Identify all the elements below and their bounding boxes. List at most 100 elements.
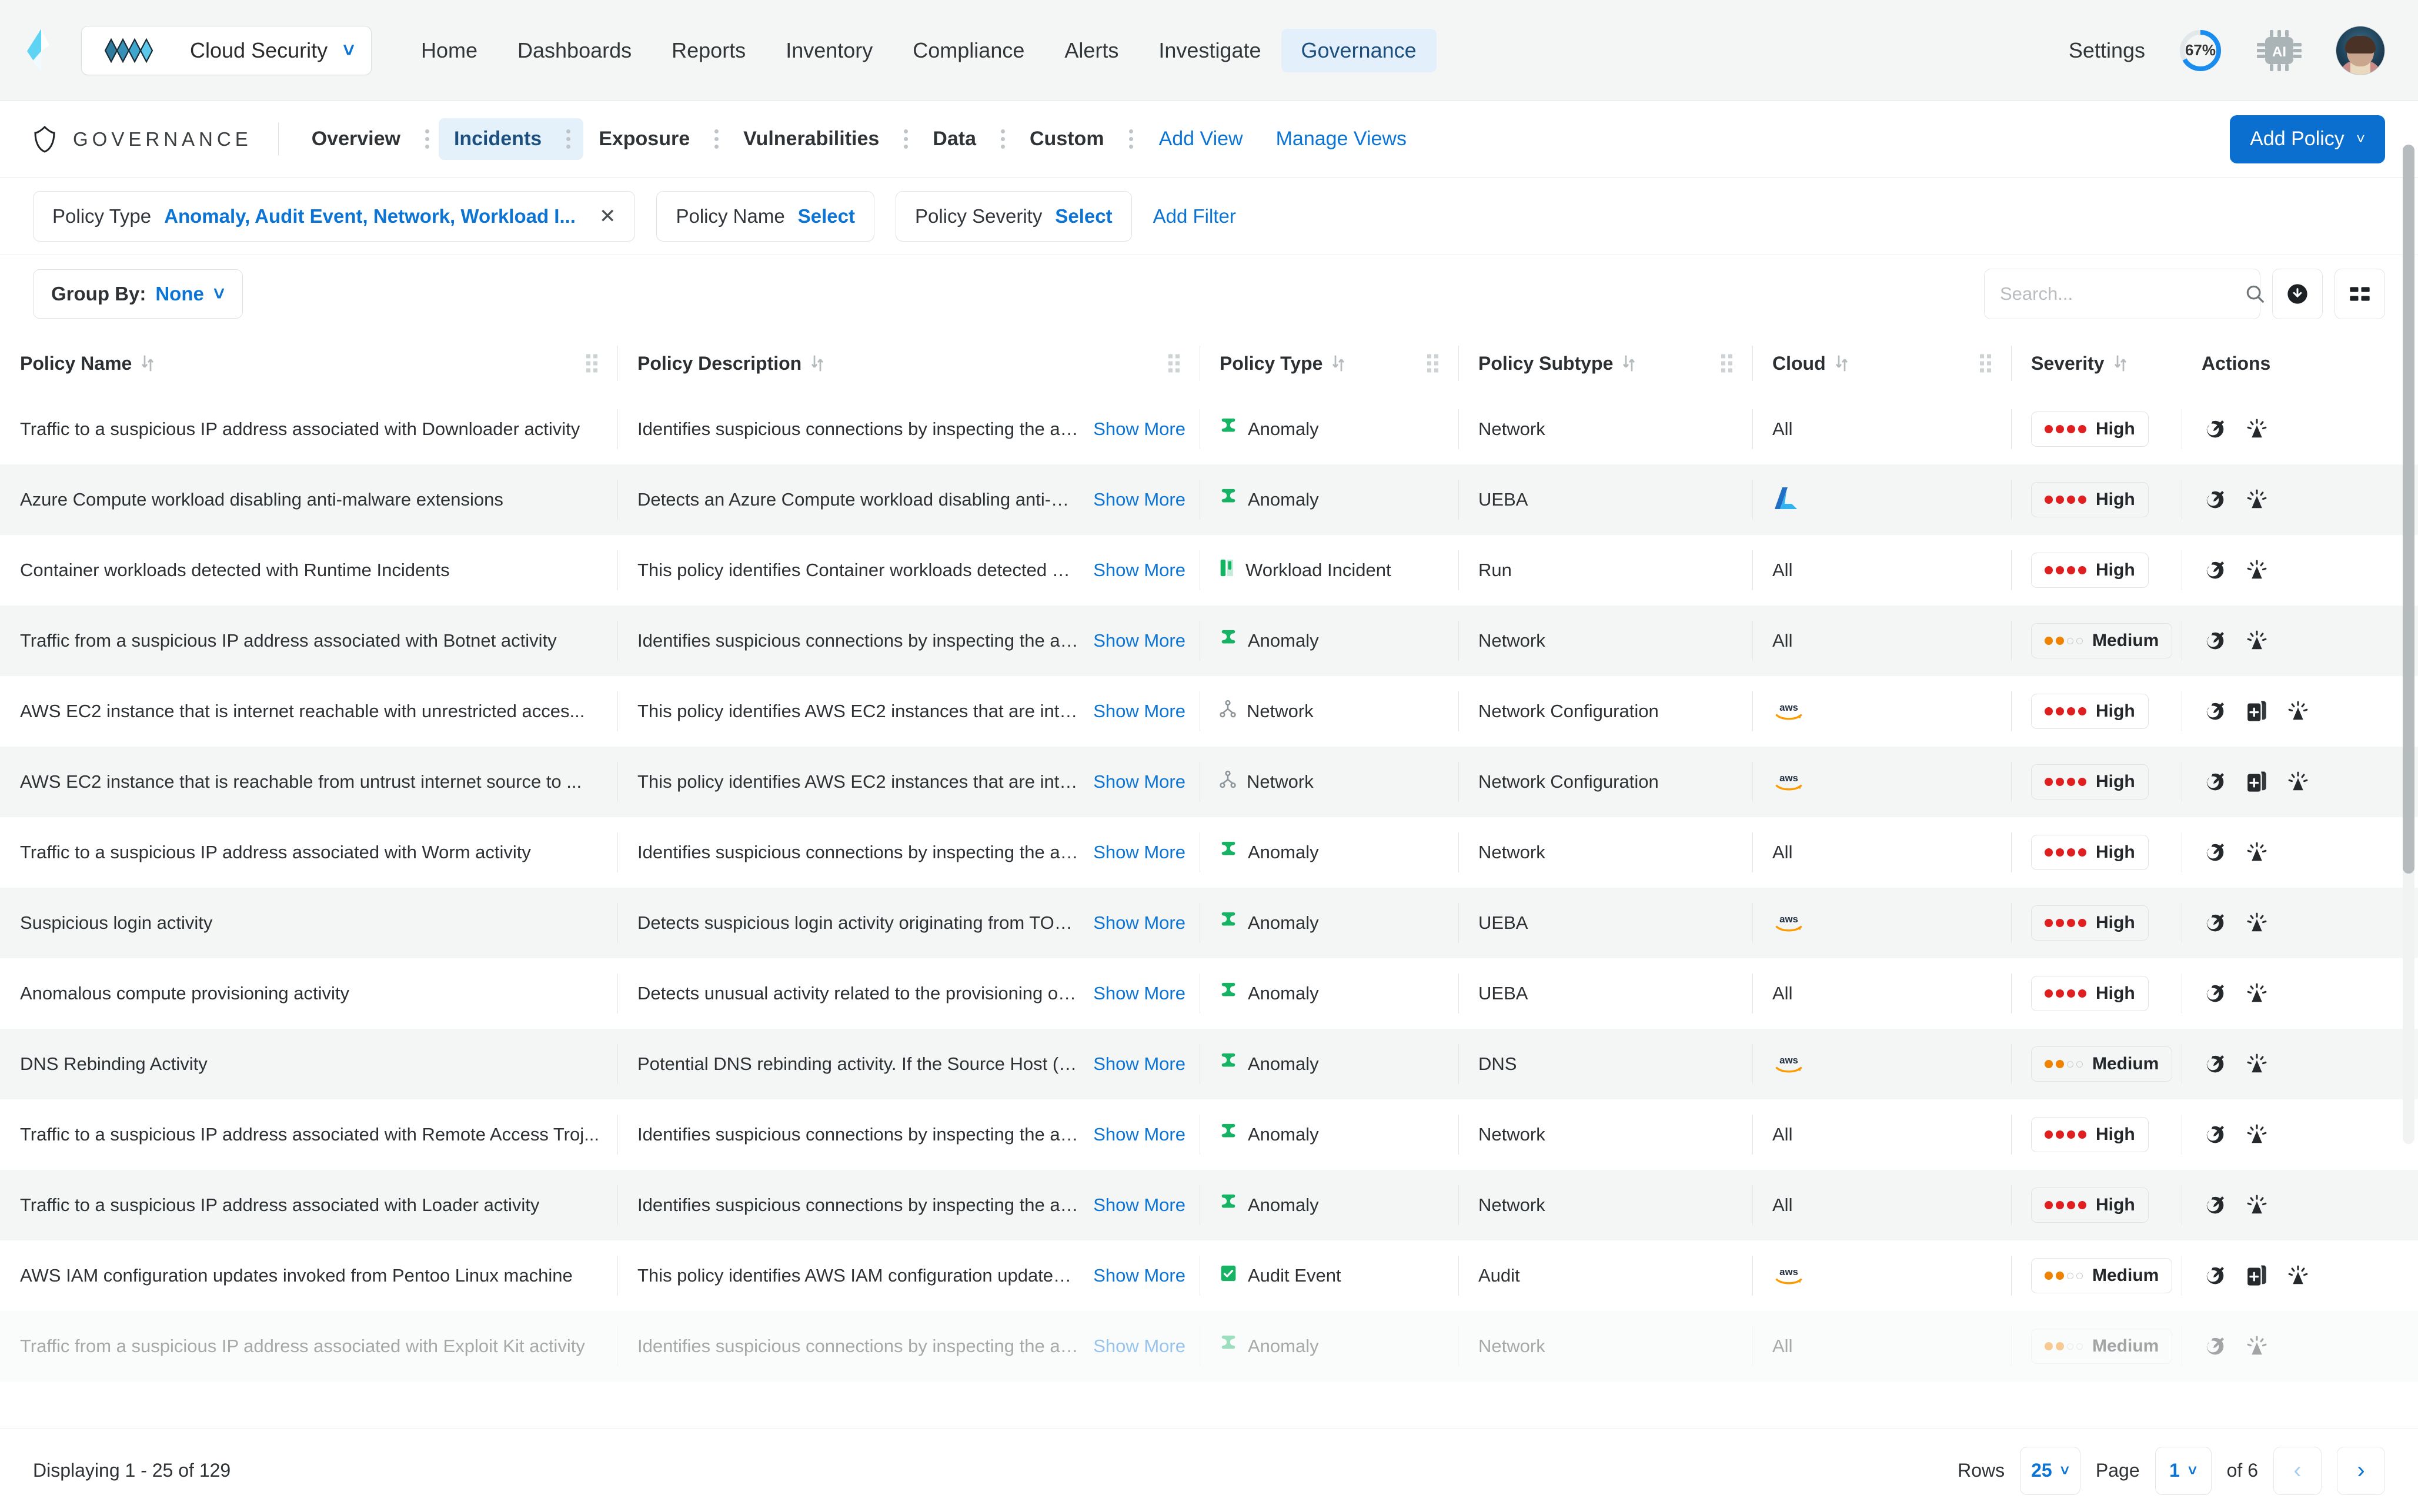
cell-policy-name[interactable]: DNS Rebinding Activity — [0, 1029, 617, 1099]
table-row[interactable]: Traffic to a suspicious IP address assoc… — [0, 1099, 2418, 1170]
tab-data-menu-icon[interactable] — [991, 123, 1014, 155]
vertical-scrollbar[interactable] — [2403, 145, 2414, 1144]
ai-chip-icon[interactable]: AI — [2256, 29, 2303, 72]
show-more-link[interactable]: Show More — [1093, 560, 1185, 581]
show-more-link[interactable]: Show More — [1093, 771, 1185, 792]
page-select[interactable]: 1 ˅ — [2155, 1446, 2212, 1495]
show-more-link[interactable]: Show More — [1093, 1265, 1185, 1286]
show-more-link[interactable]: Show More — [1093, 419, 1185, 440]
table-row[interactable]: Traffic to a suspicious IP address assoc… — [0, 817, 2418, 888]
show-more-link[interactable]: Show More — [1093, 1053, 1185, 1075]
download-button[interactable] — [2272, 269, 2323, 319]
table-row[interactable]: Suspicious login activity Detects suspici… — [0, 888, 2418, 958]
onboarding-progress-ring[interactable]: 67% — [2178, 28, 2223, 73]
alert-icon[interactable] — [2246, 1194, 2267, 1216]
sort-icon[interactable] — [1621, 354, 1637, 372]
show-more-link[interactable]: Show More — [1093, 1124, 1185, 1145]
edit-icon[interactable] — [2204, 771, 2226, 793]
filter-value-label[interactable]: Select — [1055, 205, 1112, 228]
search-box[interactable]: ✕ — [1984, 269, 2293, 319]
column-resize-handle[interactable] — [1168, 354, 1180, 373]
column-resize-handle[interactable] — [586, 354, 597, 373]
chevron-down-icon[interactable]: ˅ — [343, 41, 355, 61]
nav-item-dashboards[interactable]: Dashboards — [497, 29, 652, 72]
previous-page-button[interactable]: ‹ — [2273, 1446, 2322, 1495]
cell-policy-name[interactable]: Traffic to a suspicious IP address assoc… — [0, 1099, 617, 1170]
edit-icon[interactable] — [2204, 841, 2226, 864]
show-more-link[interactable]: Show More — [1093, 1336, 1185, 1357]
edit-icon[interactable] — [2204, 912, 2226, 934]
table-row[interactable]: Traffic from a suspicious IP address ass… — [0, 1311, 2418, 1381]
tab-vulnerabilities-menu-icon[interactable] — [894, 123, 917, 155]
tab-incidents-menu-icon[interactable] — [557, 123, 580, 155]
alert-icon[interactable] — [2287, 1265, 2309, 1287]
alert-icon[interactable] — [2246, 1123, 2267, 1146]
rows-per-page-select[interactable]: 25 ˅ — [2020, 1446, 2080, 1495]
alert-icon[interactable] — [2246, 982, 2267, 1005]
edit-icon[interactable] — [2204, 630, 2226, 652]
alert-icon[interactable] — [2246, 1335, 2267, 1357]
alert-icon[interactable] — [2246, 912, 2267, 934]
table-row[interactable]: Anomalous compute provisioning activity D… — [0, 958, 2418, 1029]
table-row[interactable]: Container workloads detected with Runtim… — [0, 535, 2418, 606]
alert-icon[interactable] — [2287, 771, 2309, 793]
column-header-severity[interactable]: Severity — [2011, 333, 2182, 394]
column-settings-button[interactable] — [2334, 269, 2385, 319]
edit-icon[interactable] — [2204, 1194, 2226, 1216]
nav-item-reports[interactable]: Reports — [652, 29, 766, 72]
cell-policy-name[interactable]: AWS IAM configuration updates invoked fr… — [0, 1240, 617, 1311]
table-row[interactable]: Traffic to a suspicious IP address assoc… — [0, 1170, 2418, 1240]
edit-icon[interactable] — [2204, 489, 2226, 511]
alert-icon[interactable] — [2246, 630, 2267, 652]
cell-policy-name[interactable]: Traffic to a suspicious IP address assoc… — [0, 817, 617, 888]
filter-value-label[interactable]: Select — [798, 205, 855, 228]
user-avatar[interactable] — [2336, 25, 2385, 75]
sort-icon[interactable] — [1834, 354, 1849, 372]
tab-exposure-menu-icon[interactable] — [705, 123, 728, 155]
cell-policy-name[interactable]: Azure Compute workload disabling anti-ma… — [0, 464, 617, 535]
scrollbar-thumb[interactable] — [2403, 145, 2414, 874]
edit-icon[interactable] — [2204, 1053, 2226, 1075]
tab-incidents[interactable]: Incidents — [438, 118, 584, 160]
filter-chip-policy-severity[interactable]: Policy Severity Select — [895, 190, 1132, 242]
sort-icon[interactable] — [810, 354, 825, 372]
tab-vulnerabilities[interactable]: Vulnerabilities — [728, 118, 917, 160]
column-header-cloud[interactable]: Cloud — [1752, 333, 2011, 394]
filter-chip-policy-name[interactable]: Policy Name Select — [656, 190, 874, 242]
filter-value-label[interactable]: Anomaly, Audit Event, Network, Workload … — [164, 205, 576, 228]
table-row[interactable]: AWS IAM configuration updates invoked fr… — [0, 1240, 2418, 1311]
tab-custom-menu-icon[interactable] — [1120, 123, 1143, 155]
show-more-link[interactable]: Show More — [1093, 630, 1185, 651]
nav-item-inventory[interactable]: Inventory — [766, 29, 893, 72]
clone-icon[interactable] — [2246, 1265, 2267, 1287]
show-more-link[interactable]: Show More — [1093, 983, 1185, 1004]
edit-icon[interactable] — [2204, 418, 2226, 440]
cell-policy-name[interactable]: Suspicious login activity — [0, 888, 617, 958]
sort-icon[interactable] — [140, 354, 155, 372]
tab-overview-menu-icon[interactable] — [416, 123, 439, 155]
edit-icon[interactable] — [2204, 700, 2226, 722]
column-resize-handle[interactable] — [1427, 354, 1438, 373]
nav-item-alerts[interactable]: Alerts — [1044, 29, 1138, 72]
tab-exposure[interactable]: Exposure — [583, 118, 728, 160]
show-more-link[interactable]: Show More — [1093, 842, 1185, 863]
add-filter-link[interactable]: Add Filter — [1153, 205, 1236, 228]
settings-link[interactable]: Settings — [2069, 38, 2145, 63]
alert-icon[interactable] — [2246, 1053, 2267, 1075]
clone-icon[interactable] — [2246, 700, 2267, 722]
nav-item-home[interactable]: Home — [401, 29, 497, 72]
column-header-policy-subtype[interactable]: Policy Subtype — [1458, 333, 1752, 394]
sort-icon[interactable] — [2113, 354, 2128, 372]
cell-policy-name[interactable]: Container workloads detected with Runtim… — [0, 535, 617, 606]
table-row[interactable]: DNS Rebinding Activity Potential DNS rebi… — [0, 1029, 2418, 1099]
tenant-selector[interactable]: Cloud Security ˅ — [81, 25, 372, 75]
prisma-logo-icon[interactable] — [24, 28, 62, 73]
table-row[interactable]: Traffic to a suspicious IP address assoc… — [0, 394, 2418, 464]
column-resize-handle[interactable] — [1721, 354, 1732, 373]
edit-icon[interactable] — [2204, 982, 2226, 1005]
alert-icon[interactable] — [2246, 418, 2267, 440]
column-header-policy-type[interactable]: Policy Type — [1200, 333, 1458, 394]
cell-policy-name[interactable]: Traffic to a suspicious IP address assoc… — [0, 394, 617, 464]
show-more-link[interactable]: Show More — [1093, 1195, 1185, 1216]
alert-icon[interactable] — [2287, 700, 2309, 722]
